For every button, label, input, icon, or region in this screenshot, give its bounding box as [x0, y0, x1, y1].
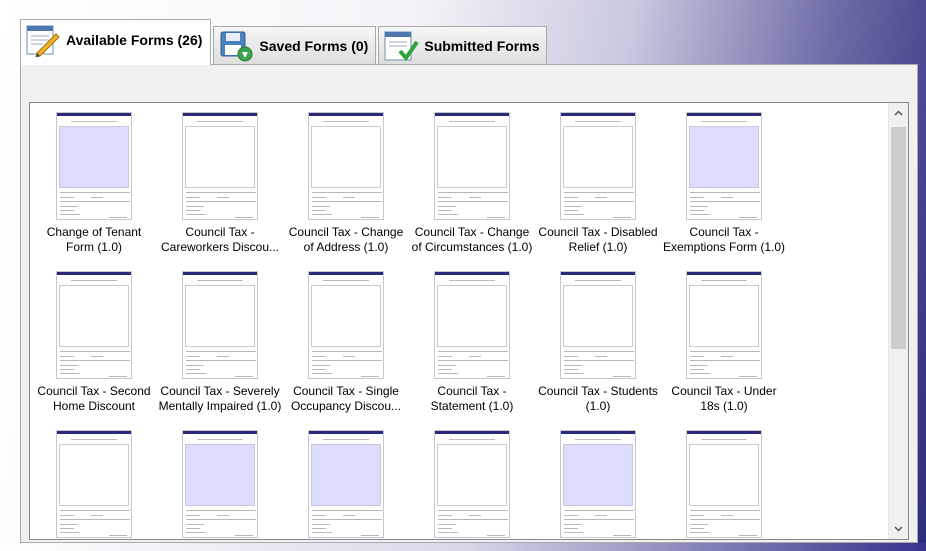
form-caption-line-2: Home Discount — [52, 399, 136, 413]
form-caption: Council Tax - Students (1.0) — [535, 384, 661, 414]
form-caption-line-2: Careworkers Discou... — [160, 240, 280, 254]
form-caption: Council Tax - Statement (1.0) — [409, 384, 535, 414]
form-item[interactable]: Direct HA Payment — [409, 430, 535, 539]
form-caption-line-2: Occupancy Discou... — [290, 399, 402, 413]
form-item[interactable]: Council Tax - Exemptions Form (1.0) — [661, 112, 787, 255]
form-caption: Council Tax - Severely Mentally Impaired … — [157, 384, 283, 414]
chevron-down-icon — [894, 526, 903, 532]
form-caption: Change of Tenant Form (1.0) — [31, 225, 157, 255]
form-thumbnail — [56, 271, 132, 379]
form-caption-line-1: Council Tax - Disabled — [538, 225, 658, 239]
form-caption-line-2: of Address (1.0) — [303, 240, 389, 254]
form-item[interactable]: Council Tax - Single Occupancy Discou... — [283, 271, 409, 414]
edit-form-icon — [26, 25, 60, 57]
tab-strip: Available Forms (26) Saved Forms (0) Sub… — [20, 18, 549, 65]
submitted-form-icon — [384, 31, 420, 61]
form-caption-line-1: Council Tax - Single — [293, 384, 399, 398]
window-frame-bottom — [0, 543, 926, 551]
tab-available-forms-label: Available Forms (26) — [66, 31, 203, 48]
form-item[interactable]: Council Tax - Severely Mentally Impaired … — [157, 271, 283, 414]
form-thumbnail — [560, 430, 636, 538]
form-thumbnail — [686, 430, 762, 538]
tab-submitted-forms[interactable]: Submitted Forms — [378, 26, 548, 64]
form-caption: Council Tax - Second Home Discount — [31, 384, 157, 414]
form-thumbnail — [182, 430, 258, 538]
form-thumbnail — [434, 112, 510, 220]
vertical-scrollbar[interactable] — [888, 103, 908, 539]
form-caption-line-1: Council Tax - Severely — [160, 384, 280, 398]
form-caption-line-2: 18s (1.0) — [700, 399, 748, 413]
form-thumbnail — [560, 271, 636, 379]
form-thumbnail — [182, 112, 258, 220]
tab-panel: Change of Tenant Form (1.0) Council Tax -C… — [20, 64, 918, 543]
form-caption-line-1: Council Tax - Change — [288, 225, 404, 239]
form-thumbnail — [308, 271, 384, 379]
tab-saved-forms[interactable]: Saved Forms (0) — [213, 26, 377, 64]
form-caption-line-1: Council Tax - Second — [37, 384, 151, 398]
form-item[interactable]: Council Tax - Statement (1.0) — [409, 271, 535, 414]
form-caption: Council Tax - Change of Circumstances (1.… — [409, 225, 535, 255]
form-item[interactable]: Direct Payment to — [535, 430, 661, 539]
form-caption: Council Tax - Exemptions Form (1.0) — [661, 225, 787, 255]
form-item[interactable]: Council Tax - Under 18s (1.0) — [661, 271, 787, 414]
save-form-icon — [220, 31, 253, 61]
form-item[interactable]: Council Tax - Disabled Relief (1.0) — [535, 112, 661, 255]
form-caption-line-2: Exemptions Form (1.0) — [662, 240, 786, 254]
form-caption: Council Tax - Under 18s (1.0) — [661, 384, 787, 414]
form-caption-line-2: of Circumstances (1.0) — [411, 240, 533, 254]
form-item[interactable]: Change of Tenant Form (1.0) — [31, 112, 157, 255]
form-thumbnail — [434, 430, 510, 538]
form-caption-line-1: Council Tax - — [437, 384, 507, 398]
form-caption-line-1: Council Tax - Under — [671, 384, 777, 398]
form-caption: Council Tax - Careworkers Discou... — [157, 225, 283, 255]
form-thumbnail — [308, 112, 384, 220]
tab-submitted-forms-label: Submitted Forms — [424, 37, 540, 54]
form-thumbnail — [182, 271, 258, 379]
form-item[interactable]: CTR Application (HB in — [157, 430, 283, 539]
form-item[interactable]: Council Tax - Second Home Discount — [31, 271, 157, 414]
form-item[interactable]: Council Tax - Change of Circumstances (1.… — [409, 112, 535, 255]
form-thumbnail — [686, 112, 762, 220]
tab-available-forms[interactable]: Available Forms (26) — [20, 19, 212, 65]
tab-saved-forms-label: Saved Forms (0) — [259, 37, 369, 54]
form-caption-line-2: Statement (1.0) — [430, 399, 514, 413]
form-thumbnail — [560, 112, 636, 220]
form-caption: Council Tax - Single Occupancy Discou... — [283, 384, 409, 414]
scroll-down-button[interactable] — [889, 519, 908, 539]
form-caption-line-1: Council Tax - — [689, 225, 759, 239]
form-item[interactable]: Council Tax - Change of Address (1.0) — [283, 112, 409, 255]
form-item[interactable]: Council Tax - Students (1.0) — [535, 271, 661, 414]
form-thumbnail — [56, 430, 132, 538]
scrollbar-thumb[interactable] — [891, 127, 906, 349]
form-thumbnail — [56, 112, 132, 220]
form-item[interactable]: Council Tax - — [31, 430, 157, 539]
form-thumbnail — [308, 430, 384, 538]
chevron-up-icon — [894, 110, 903, 116]
form-caption-line-1: Council Tax - Students — [538, 384, 658, 398]
form-thumbnail — [434, 271, 510, 379]
form-caption-line-2: Mentally Impaired (1.0) — [158, 399, 282, 413]
forms-list[interactable]: Change of Tenant Form (1.0) Council Tax -C… — [29, 102, 909, 540]
form-caption-line-2: Relief (1.0) — [568, 240, 628, 254]
form-caption-line-1: Council Tax - — [185, 225, 255, 239]
form-caption-line-1: Council Tax - Change — [414, 225, 530, 239]
form-caption-line-1: Change of Tenant — [46, 225, 142, 239]
form-caption: Council Tax - Disabled Relief (1.0) — [535, 225, 661, 255]
form-caption-line-2: (1.0) — [585, 399, 611, 413]
scroll-up-button[interactable] — [889, 103, 908, 123]
form-caption-line-2: Form (1.0) — [65, 240, 122, 254]
form-caption: Council Tax - Change of Address (1.0) — [283, 225, 409, 255]
form-thumbnail — [686, 271, 762, 379]
form-item[interactable]: Council Tax - Careworkers Discou... — [157, 112, 283, 255]
form-item[interactable]: Direct HA Pa... — [661, 430, 787, 539]
form-item[interactable]: DHP Application F... — [283, 430, 409, 539]
